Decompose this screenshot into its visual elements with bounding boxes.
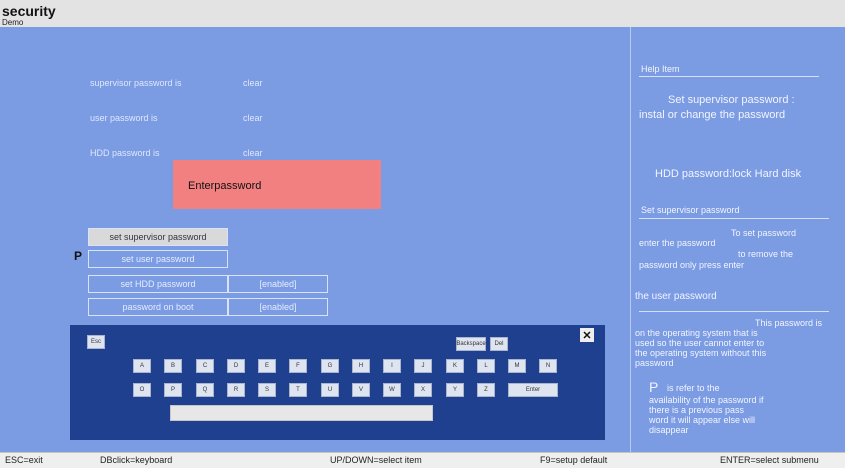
help-p-line: there is a previous pass: [649, 405, 745, 415]
help-section2-line: on the operating system that is: [635, 328, 758, 338]
key-esc[interactable]: Esc: [87, 335, 105, 349]
availability-p-marker: P: [74, 249, 83, 263]
help-summary-1: Set supervisor password :: [668, 94, 795, 106]
set-hdd-password-status[interactable]: [enabled]: [228, 275, 328, 293]
help-section2-line: This password is: [755, 318, 823, 328]
key-letter[interactable]: T: [289, 383, 307, 397]
hdd-password-value: clear: [243, 148, 263, 158]
key-letter[interactable]: G: [321, 359, 339, 373]
app-title: security: [2, 3, 56, 19]
key-letter[interactable]: S: [258, 383, 276, 397]
divider: [639, 76, 819, 77]
help-section1-line: To set password: [731, 228, 797, 238]
set-user-password-item[interactable]: set user password: [88, 250, 228, 268]
footer-bar: ESC=exit DBclick=keyboard UP/DOWN=select…: [0, 452, 845, 468]
footer-f9-hint: F9=setup default: [540, 455, 608, 465]
key-letter[interactable]: U: [321, 383, 339, 397]
help-section2-line: the operating system without this: [635, 348, 767, 358]
key-letter[interactable]: E: [258, 359, 276, 373]
help-p-line: word it will appear else will: [649, 415, 756, 425]
key-del[interactable]: Del: [490, 337, 508, 351]
key-letter[interactable]: L: [477, 359, 495, 373]
key-letter[interactable]: A: [133, 359, 151, 373]
help-section1-line: password only press enter: [639, 260, 745, 270]
supervisor-password-value: clear: [243, 78, 263, 88]
key-space[interactable]: [170, 405, 433, 421]
key-letter[interactable]: J: [414, 359, 432, 373]
key-letter[interactable]: Z: [477, 383, 495, 397]
divider: [639, 311, 829, 312]
app-subtitle: Demo: [2, 18, 24, 27]
user-password-label: user password is: [90, 113, 158, 123]
help-p-line: disappear: [649, 425, 689, 435]
help-section2-title: the user password: [635, 291, 717, 302]
user-password-value: clear: [243, 113, 263, 123]
help-hdd-text: HDD password:lock Hard disk: [655, 168, 802, 180]
key-letter[interactable]: N: [539, 359, 557, 373]
supervisor-password-label: supervisor password is: [90, 78, 182, 88]
key-enter[interactable]: Enter: [508, 383, 558, 397]
footer-updown-hint: UP/DOWN=select item: [330, 455, 422, 465]
title-bar: security Demo: [0, 0, 845, 27]
set-hdd-password-item[interactable]: set HDD password: [88, 275, 228, 293]
help-section1-line: to remove the: [738, 249, 794, 259]
key-backspace[interactable]: Backspace: [456, 337, 486, 351]
key-letter[interactable]: K: [446, 359, 464, 373]
key-letter[interactable]: R: [227, 383, 245, 397]
footer-esc-hint: ESC=exit: [5, 455, 43, 465]
set-supervisor-password-item[interactable]: set supervisor password: [88, 228, 228, 246]
enter-password-prompt: Enterpassword: [188, 180, 262, 192]
help-section1-title: Set supervisor password: [641, 205, 740, 215]
footer-dbclick-hint: DBclick=keyboard: [100, 455, 173, 465]
hdd-password-label: HDD password is: [90, 148, 160, 158]
password-on-boot-item[interactable]: password on boot: [88, 298, 228, 316]
help-p-line: availability of the password if: [649, 395, 764, 405]
key-letter[interactable]: D: [227, 359, 245, 373]
help-section2-line: password: [635, 358, 674, 368]
close-icon[interactable]: ✕: [580, 328, 594, 342]
key-letter[interactable]: I: [383, 359, 401, 373]
key-letter[interactable]: B: [164, 359, 182, 373]
divider: [639, 218, 829, 219]
key-letter[interactable]: Q: [196, 383, 214, 397]
key-letter[interactable]: F: [289, 359, 307, 373]
footer-enter-hint: ENTER=select submenu: [720, 455, 819, 465]
password-on-boot-status[interactable]: [enabled]: [228, 298, 328, 316]
key-letter[interactable]: X: [414, 383, 432, 397]
key-letter[interactable]: O: [133, 383, 151, 397]
help-section1-line: enter the password: [639, 238, 716, 248]
help-section2-line: used so the user cannot enter to: [635, 338, 765, 348]
key-letter[interactable]: W: [383, 383, 401, 397]
help-panel: Help Item Set supervisor password : inst…: [630, 27, 845, 452]
help-heading: Help Item: [641, 64, 680, 74]
key-letter[interactable]: M: [508, 359, 526, 373]
key-letter[interactable]: P: [164, 383, 182, 397]
on-screen-keyboard: Esc Backspace Del ✕ A B C D E F G H I J …: [70, 325, 605, 440]
help-p-line: is refer to the: [667, 383, 720, 393]
key-letter[interactable]: H: [352, 359, 370, 373]
key-letter[interactable]: V: [352, 383, 370, 397]
help-p-letter: P: [649, 379, 659, 395]
help-summary-2: instal or change the password: [639, 109, 786, 121]
key-letter[interactable]: C: [196, 359, 214, 373]
key-letter[interactable]: Y: [446, 383, 464, 397]
